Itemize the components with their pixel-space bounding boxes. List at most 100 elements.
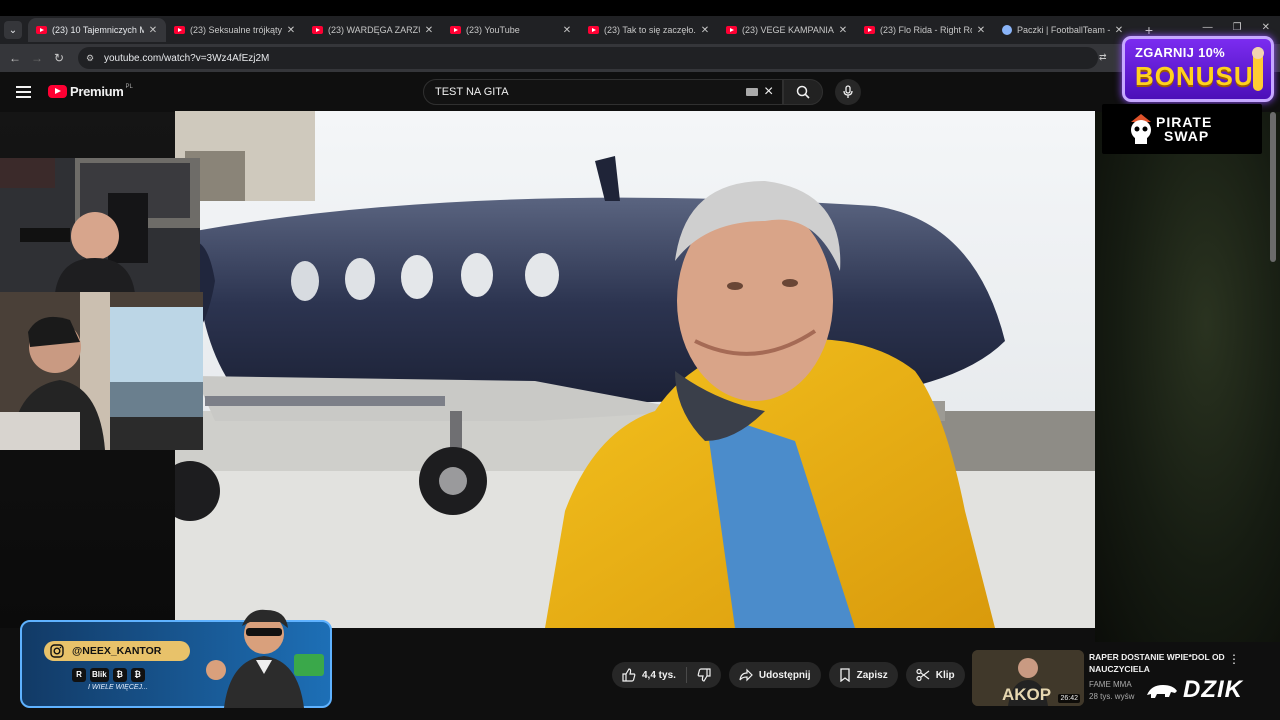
- tab-close-icon[interactable]: ✕: [976, 25, 986, 36]
- search-value: TEST NA GITA: [435, 86, 509, 98]
- youtube-favicon-icon: [174, 26, 185, 34]
- share-button[interactable]: Udostępnij: [728, 662, 821, 688]
- video-frame-image: [175, 111, 1095, 628]
- youtube-favicon-icon: [588, 26, 599, 34]
- webcam-1-image: [0, 158, 200, 293]
- youtube-favicon-icon: [864, 26, 875, 34]
- search-icon: [796, 85, 810, 99]
- tab-close-icon[interactable]: ✕: [148, 25, 158, 36]
- voice-search-button[interactable]: [835, 79, 861, 105]
- recommended-views: 28 tys. wyśw: [1089, 692, 1135, 701]
- tab-3[interactable]: (23) WARDĘGA ZARZUCA ✕: [304, 18, 442, 42]
- recommended-title[interactable]: RAPER DOSTANIE WPIE*DOL OD NAUCZYCIELA: [1089, 651, 1229, 675]
- dzik-logo: DZIK: [1145, 676, 1243, 704]
- bonus-line-1: ZGARNIJ 10%: [1135, 45, 1225, 60]
- youtube-logo[interactable]: Premium PL: [48, 84, 133, 99]
- tab-search-chevron-icon[interactable]: ⌄: [4, 21, 22, 39]
- tab-6[interactable]: (23) VEGE KAMPANIA CIŚ ✕: [718, 18, 856, 42]
- tab-title: (23) VEGE KAMPANIA CIŚ: [742, 25, 834, 35]
- tab-close-icon[interactable]: ✕: [1114, 25, 1124, 36]
- bitcoin-icon: ₿: [112, 668, 127, 682]
- right-background: [1095, 112, 1280, 642]
- reload-icon[interactable]: ↻: [48, 51, 70, 65]
- streamer-social-card: @NEEX_KANTOR R Blik ₿ ₿ I WIELE WIĘCEJ..…: [20, 609, 332, 708]
- instagram-icon: [50, 644, 64, 658]
- clip-button[interactable]: Klip: [905, 662, 965, 688]
- window-controls: — ❐ ✕: [1203, 22, 1270, 33]
- tab-close-icon[interactable]: ✕: [562, 25, 572, 36]
- bonus-line-2: BONUSU: [1135, 61, 1254, 91]
- tab-4[interactable]: (23) YouTube ✕: [442, 18, 580, 42]
- browser-tab-strip: ⌄ (23) 10 Tajemniczych Mile ✕ (23) Seksu…: [0, 16, 1280, 44]
- page-scrollbar[interactable]: [1270, 112, 1276, 262]
- youtube-favicon-icon: [726, 26, 737, 34]
- dzik-text: DZIK: [1183, 676, 1243, 703]
- tab-2[interactable]: (23) Seksualne trójkąty i k ✕: [166, 18, 304, 42]
- tab-title: (23) WARDĘGA ZARZUCA: [328, 25, 420, 35]
- tab-title: (23) Tak to się zaczęło... -: [604, 25, 696, 35]
- clear-search-icon[interactable]: ×: [764, 83, 773, 101]
- tab-title: (23) YouTube: [466, 25, 520, 35]
- video-actions: 4,4 tys. Udostępnij Zapisz Klip •••: [612, 662, 999, 688]
- tab-1[interactable]: (23) 10 Tajemniczych Mile ✕: [28, 18, 166, 42]
- crypto-icon: ₿: [130, 668, 145, 682]
- save-button[interactable]: Zapisz: [828, 662, 898, 688]
- bonus-banner: ZGARNIJ 10% BONUSU: [1122, 36, 1274, 102]
- screen: ⌄ (23) 10 Tajemniczych Mile ✕ (23) Seksu…: [0, 0, 1280, 720]
- tab-close-icon[interactable]: ✕: [424, 25, 434, 36]
- microphone-icon: [843, 85, 853, 98]
- save-label: Zapisz: [856, 669, 888, 681]
- instagram-handle-text: @NEEX_KANTOR: [72, 645, 162, 657]
- search-input[interactable]: TEST NA GITA ×: [423, 79, 783, 105]
- keyboard-icon[interactable]: [746, 88, 758, 96]
- pirate-line-2: SWAP: [1164, 128, 1210, 144]
- video-player[interactable]: [175, 111, 1095, 628]
- menu-icon[interactable]: [16, 86, 31, 98]
- restore-icon[interactable]: ❐: [1233, 22, 1242, 33]
- instagram-handle: @NEEX_KANTOR: [44, 641, 190, 661]
- thumbs-up-icon: [622, 668, 636, 682]
- globe-favicon-icon: [1002, 25, 1012, 35]
- region-code: PL: [125, 83, 133, 90]
- pirate-swap-logo: PIRATE SWAP: [1102, 104, 1262, 154]
- streamer-webcam-2: [0, 292, 203, 450]
- blik-icon: Blik: [90, 668, 109, 682]
- kebab-menu-icon[interactable]: ⋮: [1228, 652, 1240, 666]
- clip-label: Klip: [935, 669, 955, 681]
- dislike-button[interactable]: [687, 662, 721, 688]
- video-duration: 26:42: [1058, 694, 1080, 703]
- close-window-icon[interactable]: ✕: [1262, 22, 1270, 33]
- back-icon[interactable]: ←: [4, 51, 26, 65]
- site-info-icon[interactable]: ⚙: [86, 53, 96, 63]
- boar-icon: [1147, 684, 1177, 698]
- tab-close-icon[interactable]: ✕: [838, 25, 848, 36]
- tab-5[interactable]: (23) Tak to się zaczęło... - ✕: [580, 18, 718, 42]
- scissors-icon: [916, 668, 930, 682]
- tab-7[interactable]: (23) Flo Rida - Right Roun ✕: [856, 18, 994, 42]
- like-button[interactable]: 4,4 tys.: [612, 662, 686, 688]
- like-count: 4,4 tys.: [642, 669, 676, 681]
- pirate-skull-icon: [1131, 114, 1151, 144]
- recommended-thumbnail[interactable]: AKOP 26:42: [972, 650, 1084, 706]
- letterbox-top: [0, 0, 1280, 16]
- minimize-icon[interactable]: —: [1203, 22, 1213, 33]
- search-button[interactable]: [783, 79, 823, 105]
- tab-title: (23) Flo Rida - Right Roun: [880, 25, 972, 35]
- tab-8[interactable]: Paczki | FootballTeam - O ✕: [994, 18, 1132, 42]
- streamer-avatar-illustration: [206, 609, 324, 708]
- tab-title: (23) 10 Tajemniczych Mile: [52, 25, 144, 35]
- translate-icon[interactable]: ⇄: [1099, 52, 1111, 64]
- share-icon: [739, 668, 753, 682]
- youtube-favicon-icon: [450, 26, 461, 34]
- thumbs-down-icon: [697, 668, 711, 682]
- youtube-favicon-icon: [36, 26, 47, 34]
- tab-close-icon[interactable]: ✕: [700, 25, 710, 36]
- recommended-channel[interactable]: FAME MMA: [1089, 680, 1132, 689]
- url-bar[interactable]: ⚙ youtube.com/watch?v=3Wz4AfEzj2M: [78, 47, 1098, 69]
- social-more-text: I WIELE WIĘCEJ...: [88, 684, 148, 691]
- logo-text: Premium: [70, 84, 124, 99]
- tab-title: (23) Seksualne trójkąty i k: [190, 25, 282, 35]
- forward-icon[interactable]: →: [26, 51, 48, 65]
- share-label: Udostępnij: [758, 669, 811, 681]
- tab-close-icon[interactable]: ✕: [286, 25, 296, 36]
